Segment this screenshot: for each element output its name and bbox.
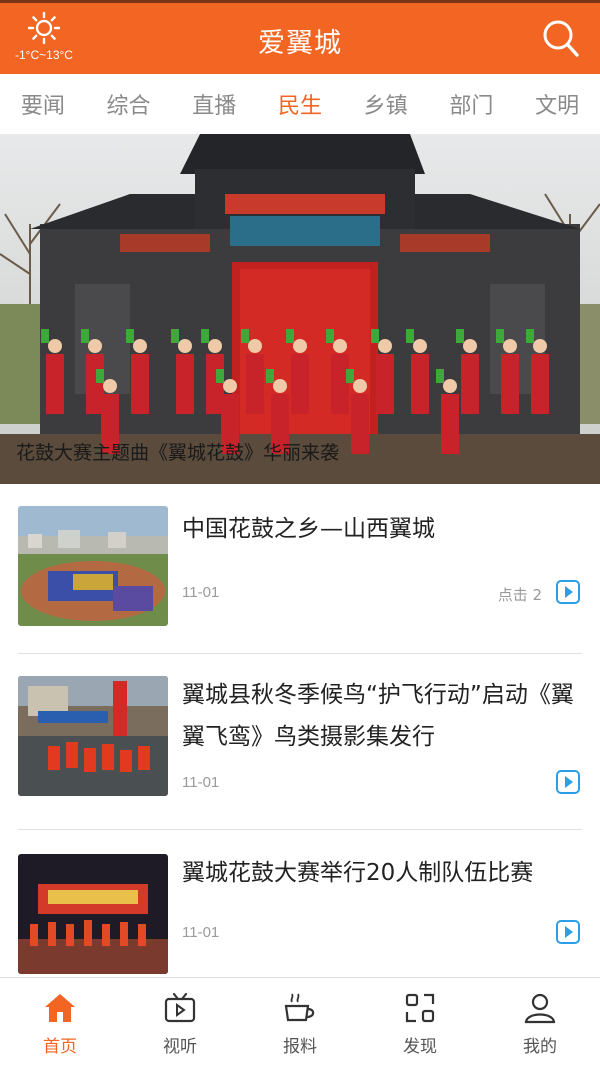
tv-icon [164,992,196,1023]
banner-caption: 花鼓大赛主题曲《翼城花鼓》华丽来袭 [16,442,340,464]
app-header: -1°C~13°C 爱翼城 [0,0,600,74]
bottom-navigation: 首页 视听 报料 发现 我的 [0,977,600,1067]
nav-profile[interactable]: 我的 [480,978,600,1067]
news-list: 中国花鼓之乡—山西翼城 11-01 点击 2 翼城县秋冬季候鸟“护飞行动”启动《… [0,490,600,980]
news-click-count: 点击 2 [497,586,542,604]
news-thumbnail [18,676,168,796]
tab-3[interactable]: 民生 [276,88,324,120]
news-thumbnail [18,506,168,626]
nav-media[interactable]: 视听 [120,978,240,1067]
news-item[interactable]: 翼城县秋冬季候鸟“护飞行动”启动《翼翼飞鸾》鸟类摄影集发行 11-01 [18,654,582,830]
app-title: 爱翼城 [258,28,342,59]
nav-report[interactable]: 报料 [240,978,360,1067]
tab-1[interactable]: 综合 [105,88,153,120]
nav-label: 报料 [283,1037,317,1057]
search-icon[interactable] [542,19,580,59]
news-date: 11-01 [182,924,220,941]
news-date: 11-01 [182,584,220,601]
play-video-icon[interactable] [556,920,580,944]
news-thumbnail [18,854,168,974]
news-title[interactable]: 翼城花鼓大赛举行20人制队伍比赛 [182,852,576,894]
tab-5[interactable]: 部门 [447,88,495,120]
news-title[interactable]: 翼城县秋冬季候鸟“护飞行动”启动《翼翼飞鸾》鸟类摄影集发行 [182,674,576,758]
news-item[interactable]: 中国花鼓之乡—山西翼城 11-01 点击 2 [18,490,582,654]
nav-label: 发现 [403,1037,437,1057]
nav-label: 视听 [163,1037,197,1057]
home-icon [45,994,75,1022]
tab-2[interactable]: 直播 [190,88,238,120]
featured-banner[interactable]: 花鼓大赛主题曲《翼城花鼓》华丽来袭 [0,134,600,484]
user-icon [524,993,556,1024]
cup-icon [284,993,315,1022]
banner-image [0,134,600,484]
news-item[interactable]: 翼城花鼓大赛举行20人制队伍比赛 11-01 [18,830,582,980]
news-title[interactable]: 中国花鼓之乡—山西翼城 [182,508,576,550]
nav-home[interactable]: 首页 [0,978,120,1067]
tab-0[interactable]: 要闻 [19,88,67,120]
nav-label: 我的 [523,1037,557,1057]
tab-6[interactable]: 文明 [533,88,581,120]
nav-label: 首页 [43,1037,77,1057]
play-video-icon[interactable] [556,770,580,794]
discover-icon [405,993,435,1023]
nav-discover[interactable]: 发现 [360,978,480,1067]
tab-4[interactable]: 乡镇 [362,88,410,120]
category-tabs: 要闻 综合 直播 民生 乡镇 部门 文明 [0,74,600,134]
play-video-icon[interactable] [556,580,580,604]
news-date: 11-01 [182,774,220,791]
